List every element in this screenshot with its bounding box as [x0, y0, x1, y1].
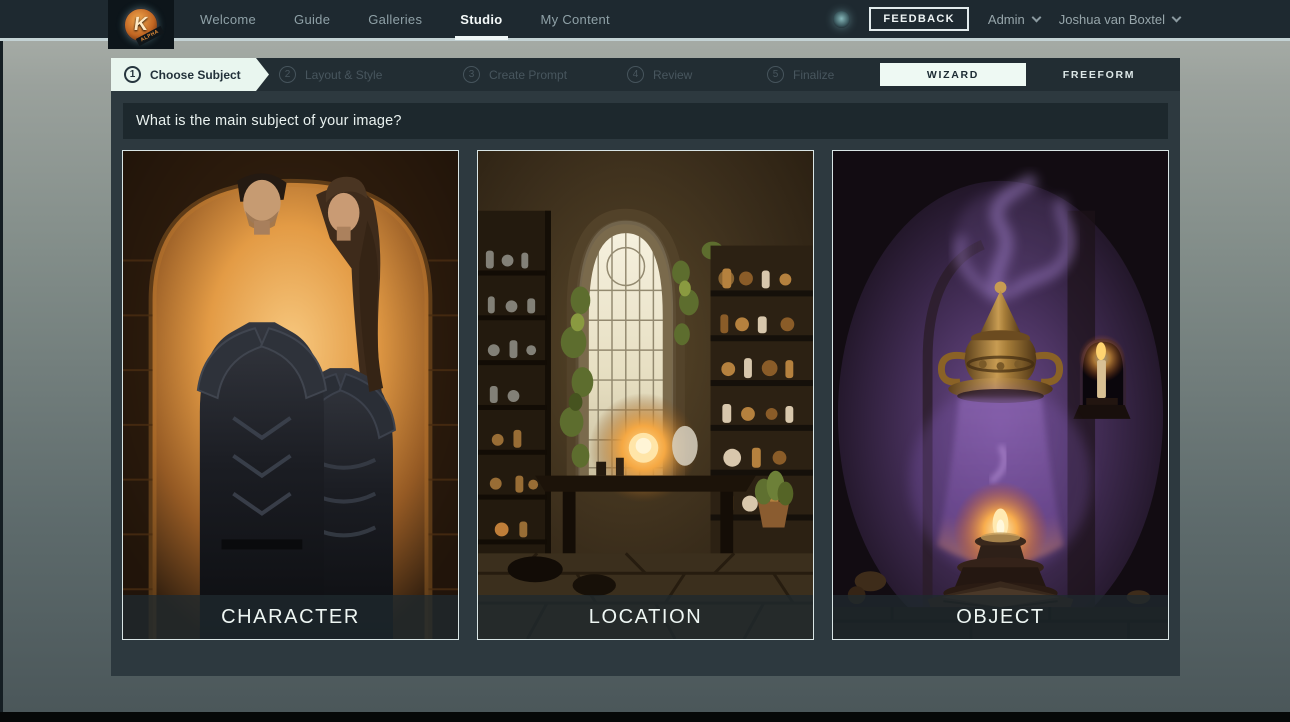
card-label-bar: OBJECT: [833, 595, 1168, 639]
user-menu-label: Joshua van Boxtel: [1059, 12, 1165, 27]
nav-galleries[interactable]: Galleries: [368, 12, 422, 27]
question-text: What is the main subject of your image?: [136, 113, 402, 129]
theme-toggle-icon[interactable]: [833, 11, 850, 28]
nav-my-content[interactable]: My Content: [541, 12, 610, 27]
step-choose-subject[interactable]: 1 Choose Subject: [111, 58, 269, 91]
page-left-edge: [0, 0, 3, 722]
admin-menu-label: Admin: [988, 12, 1025, 27]
step-finalize[interactable]: 5 Finalize: [767, 58, 834, 91]
card-object[interactable]: OBJECT: [832, 150, 1169, 640]
character-card-image: [123, 151, 458, 639]
studio-panel: 1 Choose Subject 2 Layout & Style 3 Crea…: [111, 58, 1180, 676]
feedback-button[interactable]: FEEDBACK: [869, 7, 969, 31]
top-navbar: K ALPHA Welcome Guide Galleries Studio M…: [0, 0, 1290, 41]
step-label: Layout & Style: [305, 68, 382, 82]
wizard-stepper: 1 Choose Subject 2 Layout & Style 3 Crea…: [111, 58, 1180, 91]
chevron-down-icon: [1172, 12, 1182, 22]
chevron-down-icon: [1031, 12, 1041, 22]
user-menu[interactable]: Joshua van Boxtel: [1059, 12, 1180, 27]
freeform-mode-button[interactable]: FREEFORM: [1026, 63, 1172, 86]
question-bar: What is the main subject of your image?: [123, 103, 1168, 139]
app-logo-emblem: K ALPHA: [123, 7, 159, 43]
step-number: 3: [463, 66, 480, 83]
nav-welcome[interactable]: Welcome: [200, 12, 256, 27]
primary-nav: Welcome Guide Galleries Studio My Conten…: [200, 0, 610, 38]
step-number: 1: [124, 66, 141, 83]
card-label-bar: LOCATION: [478, 595, 813, 639]
card-label: CHARACTER: [221, 606, 360, 629]
app-logo[interactable]: K ALPHA: [108, 0, 174, 49]
card-label: LOCATION: [589, 606, 703, 629]
mode-toggle: WIZARD FREEFORM: [880, 58, 1172, 91]
nav-guide[interactable]: Guide: [294, 12, 330, 27]
wizard-mode-button[interactable]: WIZARD: [880, 63, 1026, 86]
step-number: 5: [767, 66, 784, 83]
card-label: OBJECT: [956, 606, 1045, 629]
card-location[interactable]: LOCATION: [477, 150, 814, 640]
step-review[interactable]: 4 Review: [627, 58, 692, 91]
location-card-image: [478, 151, 813, 639]
step-label: Create Prompt: [489, 68, 567, 82]
card-label-bar: CHARACTER: [123, 595, 458, 639]
step-layout-style[interactable]: 2 Layout & Style: [279, 58, 382, 91]
object-card-image: [833, 151, 1168, 639]
step-number: 4: [627, 66, 644, 83]
step-label: Choose Subject: [150, 68, 241, 82]
bottom-strip: [0, 712, 1290, 722]
step-create-prompt[interactable]: 3 Create Prompt: [463, 58, 567, 91]
step-label: Review: [653, 68, 692, 82]
admin-menu[interactable]: Admin: [988, 12, 1040, 27]
step-number: 2: [279, 66, 296, 83]
subject-cards: CHARACTER: [122, 150, 1169, 640]
card-character[interactable]: CHARACTER: [122, 150, 459, 640]
nav-studio[interactable]: Studio: [460, 12, 502, 27]
step-label: Finalize: [793, 68, 834, 82]
navbar-right-controls: FEEDBACK Admin Joshua van Boxtel: [833, 7, 1180, 31]
